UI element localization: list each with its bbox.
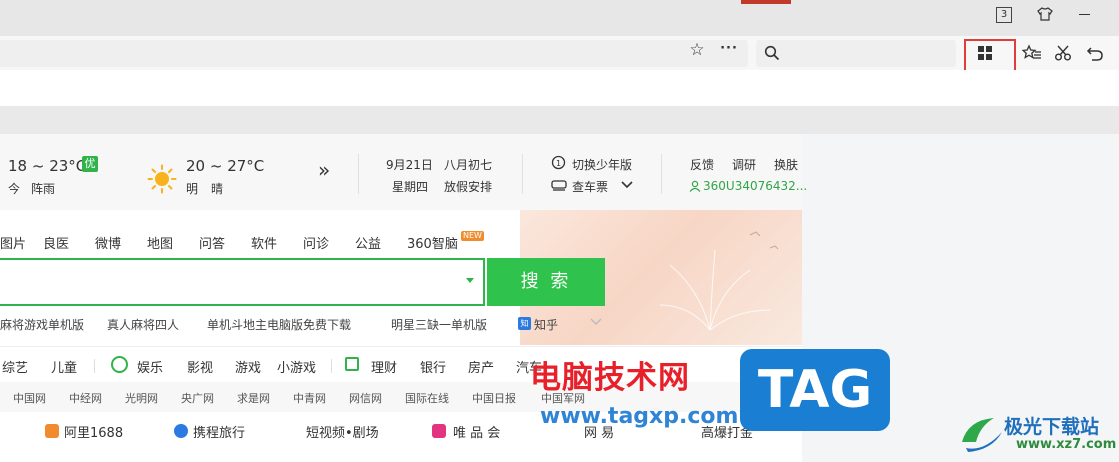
search-tab-doctor[interactable]: 良医	[43, 233, 69, 252]
sunny-weather-icon	[147, 164, 177, 194]
new-badge: NEW	[461, 231, 484, 241]
zhihu-icon: 知	[518, 317, 531, 330]
today-label: 今	[8, 182, 21, 196]
youth-mode-icon: 1	[551, 155, 566, 170]
divider	[661, 154, 662, 194]
vip-icon	[432, 424, 446, 438]
hot-search-item[interactable]: 明星三缺一单机版	[391, 316, 487, 333]
chevron-down-icon[interactable]	[621, 181, 633, 189]
user-avatar-icon	[689, 180, 701, 192]
navigation-bar: ☆ ···	[0, 36, 1119, 70]
scissors-icon[interactable]	[1054, 44, 1072, 62]
page-header-band	[0, 106, 1119, 134]
lunar-date[interactable]: 八月初七	[444, 156, 492, 173]
category-entertainment[interactable]: 娱乐	[137, 357, 163, 376]
bookmark-star-icon[interactable]: ☆	[686, 40, 708, 60]
window-count-badge[interactable]: 3	[996, 7, 1012, 23]
train-ticket-icon	[551, 180, 567, 191]
site-link[interactable]: 中青网	[293, 390, 326, 406]
today-temperature[interactable]: 18 ~ 23°C	[8, 157, 86, 175]
search-tab-charity[interactable]: 公益	[355, 233, 381, 252]
search-tab-map[interactable]: 地图	[147, 233, 173, 252]
site-link[interactable]: 中国网	[13, 390, 46, 406]
title-bar: 3	[0, 0, 1119, 36]
feedback-link[interactable]: 反馈	[690, 156, 714, 173]
category-real-estate[interactable]: 房产	[468, 357, 494, 376]
search-dropdown-icon[interactable]	[466, 278, 474, 283]
skin-shirt-icon[interactable]	[1036, 4, 1054, 24]
survey-link[interactable]: 调研	[732, 156, 756, 173]
search-button[interactable]: 搜 索	[487, 258, 605, 306]
undo-icon[interactable]	[1086, 44, 1104, 62]
browser-search-box[interactable]	[756, 40, 956, 67]
divider	[94, 359, 95, 373]
favorites-list-icon[interactable]	[1022, 44, 1042, 62]
site-link[interactable]: 网信网	[349, 390, 382, 406]
more-options-icon[interactable]: ···	[718, 40, 740, 60]
calendar-date[interactable]: 9月21日	[386, 156, 433, 173]
hot-search-item[interactable]: 单机斗地主电脑版免费下载	[207, 316, 351, 333]
watermark-text: 电脑技术网	[530, 360, 690, 396]
search-tab-ai[interactable]: 360智脑	[407, 233, 458, 252]
ctrip-icon	[174, 424, 188, 438]
featured-link[interactable]: 唯 品 会	[453, 422, 500, 441]
holiday-schedule-link[interactable]: 放假安排	[444, 178, 492, 195]
tomorrow-label: 明	[186, 182, 199, 196]
user-account-link[interactable]: 360U34076432...	[703, 179, 807, 193]
search-input[interactable]	[0, 258, 485, 306]
more-weather-chevron-icon[interactable]: »	[318, 158, 330, 182]
active-tab-indicator	[741, 0, 791, 4]
search-tab-consult[interactable]: 问诊	[303, 233, 329, 252]
divider	[522, 154, 523, 194]
search-tab-images[interactable]: 图片	[0, 233, 26, 252]
category-movies[interactable]: 影视	[187, 357, 213, 376]
search-tab-weibo[interactable]: 微博	[95, 233, 121, 252]
tomorrow-temperature[interactable]: 20 ~ 27°C	[186, 157, 264, 175]
address-bar[interactable]	[0, 40, 748, 67]
category-kids[interactable]: 儿童	[51, 357, 77, 376]
featured-link[interactable]: 短视频•剧场	[306, 422, 379, 441]
weekday[interactable]: 星期四	[392, 178, 428, 195]
minimize-icon[interactable]	[1076, 4, 1092, 24]
search-tab-qa[interactable]: 问答	[199, 233, 225, 252]
watermark-site2-url: www.xz7.com	[1016, 437, 1117, 452]
bookmarks-bar	[0, 70, 1119, 106]
hot-search-item[interactable]: 真人麻将四人	[107, 316, 179, 333]
site-link[interactable]: 中国日报	[472, 390, 516, 406]
watermark-url: www.tagxp.com	[540, 404, 739, 429]
finance-icon	[345, 357, 359, 371]
category-finance[interactable]: 理财	[371, 357, 397, 376]
change-skin-link[interactable]: 换肤	[774, 156, 798, 173]
xz7-logo-icon	[962, 418, 1002, 452]
site-link[interactable]: 求是网	[237, 390, 270, 406]
watermark-site2-name: 极光下载站	[1004, 416, 1100, 438]
featured-link[interactable]: 阿里1688	[64, 422, 123, 441]
alibaba-icon	[45, 424, 59, 438]
svg-text:1: 1	[556, 159, 561, 168]
category-games[interactable]: 游戏	[235, 357, 261, 376]
today-weather: 阵雨	[31, 182, 56, 196]
search-tab-software[interactable]: 软件	[251, 233, 277, 252]
site-link[interactable]: 中经网	[69, 390, 102, 406]
featured-link[interactable]: 携程旅行	[193, 422, 245, 441]
hot-search-item[interactable]: 麻将游戏单机版	[0, 316, 84, 333]
check-train-tickets-link[interactable]: 查车票	[572, 178, 608, 195]
site-link[interactable]: 央广网	[181, 390, 214, 406]
info-bar: 18 ~ 23°C 优 今 阵雨 20 ~ 27°C 明 晴 » 9月21日 八…	[0, 134, 807, 210]
switch-youth-version-link[interactable]: 切换少年版	[572, 156, 632, 173]
tomorrow-weather: 晴	[211, 182, 224, 196]
site-link[interactable]: 光明网	[125, 390, 158, 406]
entertainment-icon	[111, 356, 128, 373]
air-quality-badge: 优	[82, 156, 98, 172]
category-variety[interactable]: 综艺	[2, 357, 28, 376]
chevron-down-icon[interactable]	[590, 318, 602, 326]
divider	[331, 359, 332, 373]
divider	[358, 154, 359, 194]
site-link[interactable]: 国际在线	[405, 390, 449, 406]
category-mini-games[interactable]: 小游戏	[277, 357, 316, 376]
search-icon	[764, 45, 780, 61]
hot-search-item-zhihu[interactable]: 知乎	[534, 316, 558, 333]
category-bank[interactable]: 银行	[420, 357, 446, 376]
watermark-tag-logo: TAG	[740, 349, 890, 431]
